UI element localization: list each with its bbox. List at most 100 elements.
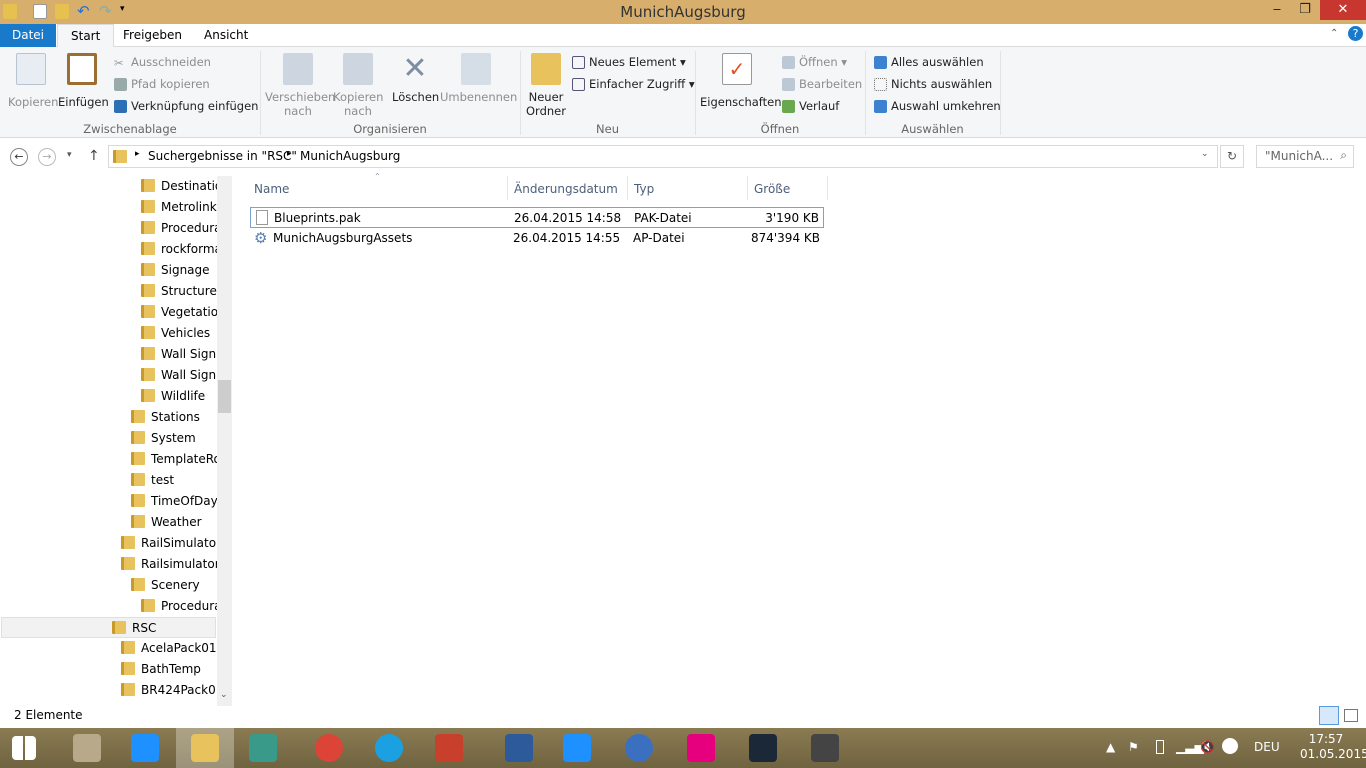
nav-tree-item[interactable]: Scenery (131, 575, 200, 596)
nav-tree-item[interactable]: rockforma (141, 239, 222, 260)
paste-button[interactable]: Einfügen (58, 53, 109, 109)
select-none-button[interactable]: Nichts auswählen (874, 77, 992, 91)
nav-tree-item[interactable]: TimeOfDay (131, 491, 218, 512)
easy-access-button[interactable]: Einfacher Zugriff ▾ (572, 77, 695, 91)
taskbar-modm[interactable] (490, 728, 548, 768)
nav-tree-item[interactable]: RailsimulatorU (121, 554, 228, 575)
properties-button[interactable]: ✓ Eigenschaften (700, 53, 782, 109)
nav-scrollbar-thumb[interactable] (218, 380, 231, 413)
tab-freigeben[interactable]: Freigeben (110, 24, 195, 47)
select-none-icon (874, 78, 887, 91)
taskbar-explorer[interactable] (176, 728, 234, 768)
breadcrumb-current[interactable]: MunichAugsburg (300, 149, 400, 163)
nav-tree-item[interactable]: Procedura (141, 596, 222, 617)
nav-tree-item[interactable]: RailSimulatorC (121, 533, 229, 554)
nav-tree-item[interactable]: Vegetatior (141, 302, 223, 323)
panda-antivirus-icon[interactable] (1222, 738, 1238, 754)
nav-tree-item[interactable]: Weather (131, 512, 202, 533)
taskbar-chrome[interactable] (300, 728, 358, 768)
invert-selection-button[interactable]: Auswahl umkehren (874, 99, 1001, 113)
nav-tree-label: rockforma (161, 242, 222, 256)
scroll-down-icon[interactable]: ⌄ (220, 690, 228, 700)
taskbar-file-manager[interactable] (58, 728, 116, 768)
cut-button[interactable]: ✂ Ausschneiden (114, 55, 211, 70)
breadcrumb-search-results[interactable]: Suchergebnisse in "RSC" (148, 149, 297, 163)
column-header-type[interactable]: Typ (634, 182, 654, 196)
taskbar-internet-explorer[interactable] (116, 728, 174, 768)
address-bar[interactable]: ▸ Suchergebnisse in "RSC" ▸ MunichAugsbu… (108, 145, 1218, 168)
taskbar-windows-start[interactable] (0, 728, 58, 768)
tab-start[interactable]: Start (57, 24, 115, 48)
maximize-button[interactable]: ❐ (1290, 0, 1320, 20)
edit-button[interactable]: Bearbeiten (782, 77, 862, 91)
nav-tree-item[interactable]: Vehicles (141, 323, 210, 344)
battery-icon[interactable] (1156, 740, 1164, 754)
address-dropdown-icon[interactable]: ⌄ (1201, 149, 1209, 159)
nav-scrollbar[interactable] (217, 176, 232, 706)
move-to-button[interactable]: Verschieben nach (265, 53, 335, 118)
large-icons-view-button[interactable] (1344, 709, 1358, 722)
nav-tree-item[interactable]: test (131, 470, 174, 491)
nav-tree-item[interactable]: TemplateRo (131, 449, 221, 470)
up-button[interactable]: ↑ (88, 148, 100, 164)
forward-button[interactable]: → (38, 148, 56, 166)
details-view-button[interactable] (1319, 706, 1339, 725)
taskbar-tool[interactable] (234, 728, 292, 768)
delete-button[interactable]: ✕ Löschen (392, 53, 439, 105)
nav-tree-item[interactable]: Stations (131, 407, 200, 428)
nav-tree-item[interactable]: Signage (141, 260, 210, 281)
nav-tree-item[interactable]: Wall Sign I (141, 365, 223, 386)
column-header-date[interactable]: Änderungsdatum (514, 182, 618, 196)
column-header-size[interactable]: Größe (754, 182, 790, 196)
nav-tree-item[interactable]: Wildlife (141, 386, 205, 407)
tab-ansicht[interactable]: Ansicht (191, 24, 261, 47)
language-indicator[interactable]: DEU (1254, 740, 1280, 754)
new-folder-label: Neuer (528, 90, 564, 104)
nav-tree-item[interactable]: Structures (141, 281, 223, 302)
nav-tree-item[interactable]: BathTemp (121, 659, 201, 680)
new-folder-button[interactable]: Neuer Ordner (526, 53, 566, 118)
taskbar-steam[interactable] (734, 728, 792, 768)
taskbar-skype[interactable] (360, 728, 418, 768)
rename-button[interactable]: Umbenennen (440, 53, 517, 104)
minimize-button[interactable]: ‒ (1262, 0, 1292, 20)
help-icon[interactable]: ? (1348, 26, 1363, 41)
clock[interactable]: 17:57 01.05.2015 (1300, 732, 1366, 762)
nav-tree-item[interactable]: RSC (1, 617, 216, 638)
nav-tree-item[interactable]: Procedura (141, 218, 222, 239)
tab-datei[interactable]: Datei (0, 24, 56, 47)
file-row[interactable]: Blueprints.pak 26.04.2015 14:58 PAK-Date… (250, 207, 824, 228)
taskbar-media[interactable] (672, 728, 730, 768)
ribbon-expand-icon[interactable]: ⌃ (1330, 28, 1338, 39)
new-item-button[interactable]: Neues Element ▾ (572, 55, 686, 69)
history-button[interactable]: Verlauf (782, 99, 839, 113)
nav-tree-item[interactable]: System (131, 428, 196, 449)
copy-button[interactable]: Kopieren (8, 53, 58, 109)
nav-tree-item[interactable]: BR424Pack01 (121, 680, 223, 701)
taskbar-train-simulator[interactable] (796, 728, 854, 768)
refresh-button[interactable]: ↻ (1220, 145, 1244, 168)
nav-tree-item[interactable]: Metrolink (141, 197, 217, 218)
volume-muted-icon[interactable]: 🔇 (1200, 740, 1215, 754)
open-button[interactable]: Öffnen ▾ (782, 55, 847, 69)
action-center-flag-icon[interactable]: ⚑ (1128, 740, 1139, 754)
folder-icon (141, 179, 155, 192)
recent-locations-icon[interactable]: ▾ (67, 150, 72, 160)
nav-tree-item[interactable]: AcelaPack01 (121, 638, 217, 659)
back-button[interactable]: ← (10, 148, 28, 166)
taskbar-internet-explorer-2[interactable] (548, 728, 606, 768)
taskbar-acrobat[interactable] (420, 728, 478, 768)
file-date: 26.04.2015 14:55 (513, 231, 621, 245)
nav-tree-item[interactable]: Destinatio (141, 176, 222, 197)
nav-tree-item[interactable]: Wall Sign (141, 344, 216, 365)
select-all-button[interactable]: Alles auswählen (874, 55, 984, 69)
show-hidden-icons-icon[interactable]: ▲ (1106, 740, 1115, 754)
paste-shortcut-button[interactable]: Verknüpfung einfügen (114, 99, 258, 113)
file-row[interactable]: ⚙ MunichAugsburgAssets 26.04.2015 14:55 … (250, 228, 824, 249)
copy-path-button[interactable]: Pfad kopieren (114, 77, 210, 91)
taskbar-sync[interactable] (610, 728, 668, 768)
column-header-name[interactable]: Name (254, 182, 289, 196)
close-button[interactable]: ✕ (1320, 0, 1366, 20)
copy-to-button[interactable]: Kopieren nach (333, 53, 383, 118)
search-input[interactable]: "MunichA... ⌕ (1256, 145, 1354, 168)
